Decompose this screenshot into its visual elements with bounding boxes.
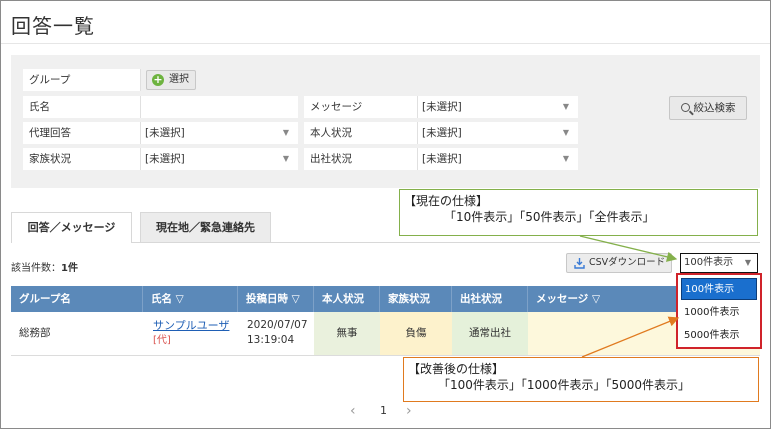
column-header-office-status: 出社状況 [452, 286, 528, 312]
name-input[interactable] [141, 96, 298, 118]
select-button-label: 選択 [169, 74, 189, 85]
posted-date: 2020/07/07 [247, 319, 308, 331]
improved-spec-title: 【改善後の仕様】 [408, 362, 505, 376]
office-label: 出社状況 [304, 148, 418, 170]
family-select[interactable]: [未選択] ▼ [141, 148, 298, 170]
chevron-left-icon[interactable]: ‹ [350, 403, 356, 419]
cell-office-status: 通常出社 [452, 312, 528, 355]
table-row: 総務部 サンプルユーザ [代] 2020/07/07 13:19:04 無事 負… [11, 312, 760, 356]
column-header-self-status: 本人状況 [314, 286, 380, 312]
proxy-select[interactable]: [未選択] ▼ [141, 122, 298, 144]
chevron-right-icon[interactable]: › [406, 403, 412, 419]
improved-spec-body: 「100件表示」「1000件表示」「5000件表示」 [438, 378, 690, 392]
group-select-button[interactable]: + 選択 [146, 70, 196, 90]
posted-time: 13:19:04 [247, 334, 295, 346]
page-number-current[interactable]: 1 [380, 404, 387, 417]
per-page-value: 100件表示 [684, 257, 734, 268]
result-count-value: 1件 [61, 263, 78, 274]
message-label: メッセージ [304, 96, 418, 118]
csv-download-button[interactable]: CSVダウンロード [566, 253, 672, 273]
cell-name: サンプルユーザ [代] [153, 312, 235, 355]
family-select-value: [未選択] [145, 153, 185, 165]
table-header: グループ名 氏名 ▽ 投稿日時 ▽ 本人状況 家族状況 出社状況 メッセージ ▽ [11, 286, 760, 312]
self-status-select-value: [未選択] [422, 127, 462, 139]
current-spec-callout: 【現在の仕様】 「10件表示」「50件表示」「全件表示」 [399, 189, 758, 236]
group-label: グループ [23, 69, 141, 91]
self-status-select[interactable]: [未選択] ▼ [418, 122, 578, 144]
filter-search-button[interactable]: 絞込検索 [669, 96, 747, 120]
proxy-tag: [代] [153, 335, 171, 346]
message-select[interactable]: [未選択] ▼ [418, 96, 578, 118]
office-select[interactable]: [未選択] ▼ [418, 148, 578, 170]
current-spec-title: 【現在の仕様】 [404, 194, 489, 208]
current-spec-body: 「10件表示」「50件表示」「全件表示」 [444, 210, 655, 224]
column-header-family-status: 家族状況 [380, 286, 452, 312]
title-divider [1, 43, 770, 44]
cell-date: 2020/07/07 13:19:04 [247, 312, 313, 355]
user-name-link[interactable]: サンプルユーザ [153, 318, 235, 333]
name-label: 氏名 [23, 96, 141, 118]
per-page-option-100[interactable]: 100件表示 [681, 278, 757, 300]
page-title: 回答一覧 [11, 14, 95, 38]
improved-spec-callout: 【改善後の仕様】 「100件表示」「1000件表示」「5000件表示」 [403, 357, 759, 402]
caret-down-icon: ▼ [562, 128, 569, 137]
magnifier-icon [680, 103, 690, 112]
per-page-option-5000[interactable]: 5000件表示 [681, 325, 757, 347]
tab-answers-messages[interactable]: 回答／メッセージ [11, 212, 132, 242]
family-label: 家族状況 [23, 148, 141, 170]
cell-self-status: 無事 [314, 312, 380, 355]
cell-group: 総務部 [19, 327, 51, 339]
download-icon [574, 258, 585, 269]
caret-down-icon: ▼ [562, 102, 569, 111]
search-button-label: 絞込検索 [693, 102, 736, 114]
column-header-date[interactable]: 投稿日時 ▽ [238, 286, 314, 312]
column-header-name[interactable]: 氏名 ▽ [143, 286, 238, 312]
caret-down-icon: ▼ [282, 154, 289, 163]
result-count: 該当件数：1件 [11, 259, 78, 274]
per-page-select[interactable]: 100件表示 ▼ [680, 253, 758, 273]
caret-down-icon: ▼ [562, 154, 569, 163]
caret-down-icon: ▼ [282, 128, 289, 137]
column-header-group[interactable]: グループ名 [11, 286, 143, 312]
tab-active-gap [12, 242, 131, 243]
self-status-label: 本人状況 [304, 122, 418, 144]
per-page-dropdown: 100件表示 1000件表示 5000件表示 [676, 273, 762, 349]
result-count-label: 該当件数： [11, 263, 61, 274]
message-select-value: [未選択] [422, 101, 462, 113]
tab-location-contacts[interactable]: 現在地／緊急連絡先 [140, 212, 271, 242]
proxy-label: 代理回答 [23, 122, 141, 144]
csv-button-label: CSVダウンロード [589, 257, 666, 268]
proxy-select-value: [未選択] [145, 127, 185, 139]
per-page-option-1000[interactable]: 1000件表示 [681, 302, 757, 324]
caret-down-icon: ▼ [744, 258, 751, 267]
plus-circle-icon: + [152, 73, 164, 86]
cell-family-status: 負傷 [380, 312, 452, 355]
office-select-value: [未選択] [422, 153, 462, 165]
